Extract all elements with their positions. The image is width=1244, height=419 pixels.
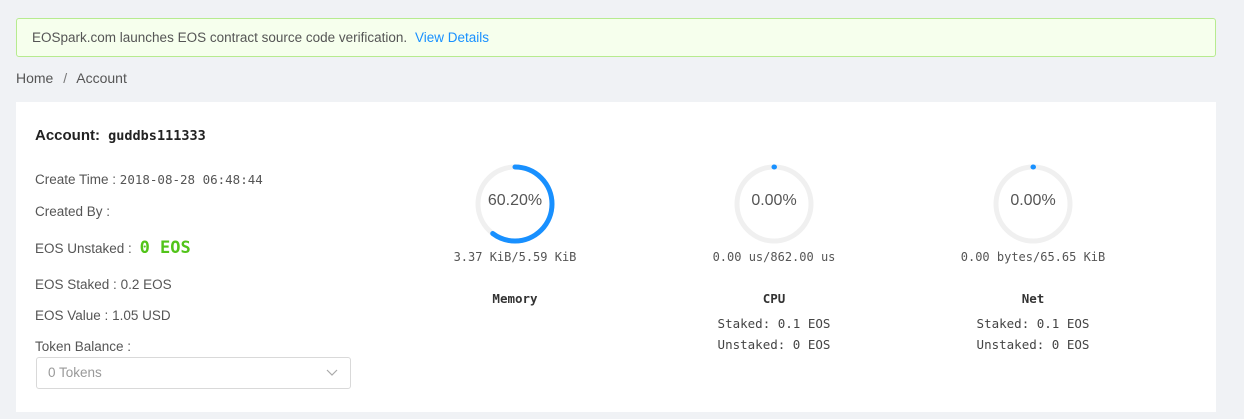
announcement-banner: EOSpark.com launches EOS contract source…	[16, 18, 1216, 57]
net-percent: 0.00%	[1010, 192, 1056, 209]
eos-value-row: EOS Value : 1.05 USD	[35, 308, 171, 323]
breadcrumb: Home / Account	[16, 70, 127, 86]
chevron-down-icon	[326, 358, 338, 399]
net-unstaked: Unstaked: 0 EOS	[976, 337, 1090, 352]
memory-percent: 60.20%	[487, 192, 543, 209]
breadcrumb-home[interactable]: Home	[16, 70, 53, 86]
memory-usage: 3.37 KiB/5.59 KiB	[453, 250, 577, 264]
view-details-link[interactable]: View Details	[415, 30, 489, 45]
eos-unstaked-label: EOS Unstaked :	[35, 241, 132, 256]
eos-unstaked-row: EOS Unstaked : 0 EOS	[35, 238, 191, 258]
cpu-gauge: 0.00% 0.00 us/862.00 us CPU Staked: 0.1 …	[674, 162, 874, 355]
cpu-label: CPU	[762, 291, 786, 306]
account-name: guddbs111333	[108, 128, 206, 144]
account-title: Account: guddbs111333	[35, 127, 206, 144]
token-balance-label: Token Balance :	[35, 339, 132, 354]
cpu-unstaked: Unstaked: 0 EOS	[717, 337, 831, 352]
eos-staked-value: 0.2 EOS	[120, 277, 172, 292]
eos-staked-label: EOS Staked :	[35, 277, 117, 292]
account-title-label: Account:	[35, 127, 100, 144]
create-time-row: Create Time : 2018-08-28 06:48:44	[35, 172, 263, 187]
net-staked: Staked: 0.1 EOS	[976, 316, 1090, 331]
create-time-label: Create Time :	[35, 172, 117, 187]
eos-value-value: 1.05 USD	[112, 308, 171, 323]
cpu-staked: Staked: 0.1 EOS	[717, 316, 831, 331]
eos-unstaked-value: 0 EOS	[139, 238, 191, 258]
created-by-row: Created By :	[35, 204, 110, 219]
eos-staked-row: EOS Staked : 0.2 EOS	[35, 277, 172, 292]
net-usage: 0.00 bytes/65.65 KiB	[960, 250, 1106, 264]
net-label: Net	[1021, 291, 1045, 306]
eos-value-label: EOS Value :	[35, 308, 109, 323]
breadcrumb-current: Account	[76, 70, 127, 86]
memory-label: Memory	[492, 291, 538, 306]
net-gauge: 0.00% 0.00 bytes/65.65 KiB Net Staked: 0…	[933, 162, 1133, 355]
memory-gauge: 60.20% 3.37 KiB/5.59 KiB Memory	[415, 162, 615, 306]
announcement-text: EOSpark.com launches EOS contract source…	[32, 30, 408, 45]
token-select-value: 0 Tokens	[48, 365, 102, 380]
account-card: Account: guddbs111333 Create Time : 2018…	[16, 102, 1216, 412]
cpu-stake-info: Staked: 0.1 EOS Unstaked: 0 EOS	[674, 313, 874, 355]
net-stake-info: Staked: 0.1 EOS Unstaked: 0 EOS	[933, 313, 1133, 355]
cpu-percent: 0.00%	[751, 192, 797, 209]
token-balance-select[interactable]: 0 Tokens	[36, 357, 351, 389]
cpu-usage: 0.00 us/862.00 us	[712, 250, 836, 264]
create-time-value: 2018-08-28 06:48:44	[119, 172, 263, 187]
breadcrumb-separator: /	[63, 70, 68, 86]
created-by-label: Created By :	[35, 204, 111, 219]
token-balance-row: Token Balance :	[35, 339, 131, 354]
